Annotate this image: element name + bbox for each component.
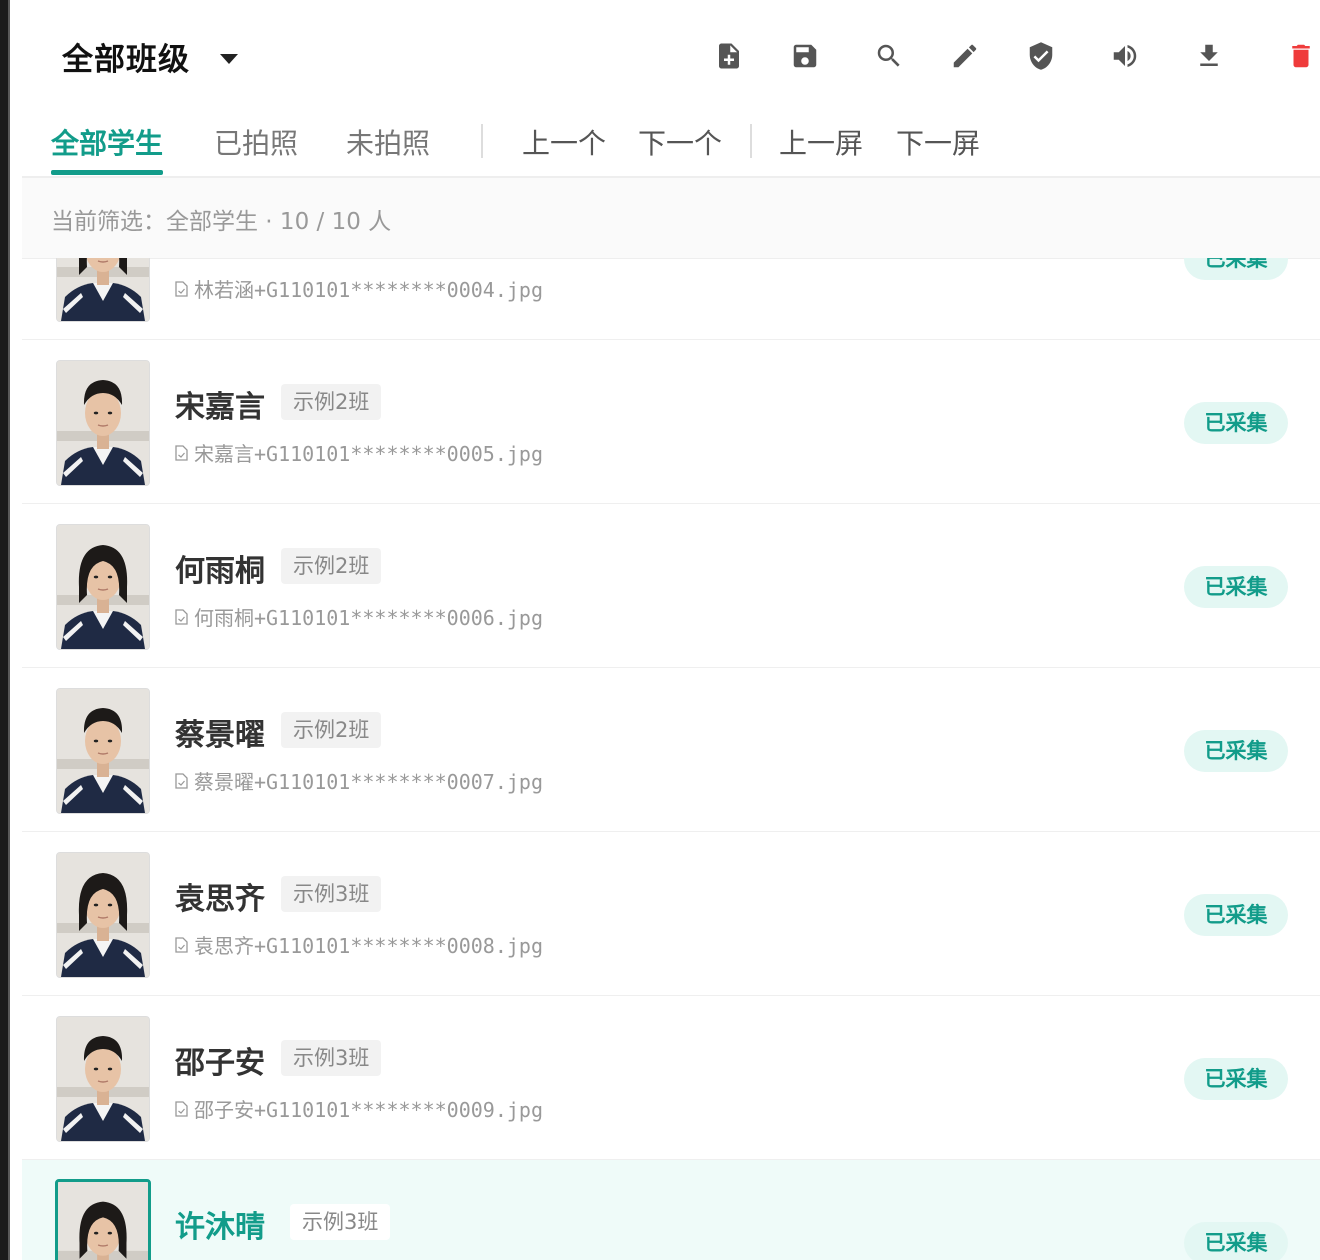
student-row[interactable]: 宋嘉言 示例2班宋嘉言+G110101********0005.jpg 已采集 (22, 340, 1320, 504)
filename-text: 宋嘉言+G110101********0005.jpg (194, 442, 543, 466)
divider (481, 124, 483, 158)
filter-summary: 当前筛选：全部学生 · 10 / 10 人 (51, 209, 392, 235)
student-name: 林若涵 (175, 258, 265, 262)
status-badge: 已采集 (1184, 894, 1288, 936)
prev-item-button[interactable]: 上一个 (522, 122, 606, 162)
volume-icon[interactable] (1107, 38, 1143, 74)
student-photo (56, 360, 150, 486)
pencil-icon[interactable] (947, 38, 983, 74)
caret-down-icon (220, 53, 238, 64)
student-row[interactable]: 邵子安 示例3班邵子安+G110101********0009.jpg 已采集 (22, 996, 1320, 1160)
student-name: 宋嘉言 (175, 390, 265, 425)
photo-filename: 袁思齐+G110101********0008.jpg (175, 930, 543, 959)
tab-all-students[interactable]: 全部学生 (51, 122, 163, 162)
student-name: 蔡景曜 (175, 718, 265, 753)
next-item-button[interactable]: 下一个 (638, 122, 722, 162)
student-name: 袁思齐 (175, 882, 265, 917)
window-edge (0, 0, 10, 1260)
class-badge: 示例2班 (281, 712, 382, 748)
tab-photographed[interactable]: 已拍照 (214, 122, 298, 162)
tab-bar: 全部学生 已拍照 未拍照 上一个 下一个 上一屏 下一屏 (22, 112, 1320, 178)
student-photo (55, 1179, 151, 1260)
shield-check-icon[interactable] (1023, 38, 1059, 74)
download-icon[interactable] (1191, 38, 1227, 74)
next-screen-button[interactable]: 下一屏 (896, 122, 980, 162)
active-tab-indicator (51, 170, 163, 175)
filename-text: 袁思齐+G110101********0008.jpg (194, 934, 543, 958)
class-badge: 示例3班 (281, 1040, 382, 1076)
student-photo (56, 852, 150, 978)
student-photo (56, 258, 150, 322)
student-row[interactable]: 许沐晴 示例3班已采集 (22, 1160, 1320, 1260)
status-badge: 已采集 (1184, 402, 1288, 444)
prev-screen-button[interactable]: 上一屏 (779, 122, 863, 162)
file-icon (175, 608, 188, 625)
photo-filename: 蔡景曜+G110101********0007.jpg (175, 766, 543, 795)
class-badge: 示例2班 (281, 384, 382, 420)
search-icon[interactable] (871, 38, 907, 74)
filename-text: 林若涵+G110101********0004.jpg (194, 278, 543, 302)
file-icon (175, 444, 188, 461)
status-badge: 已采集 (1184, 258, 1288, 280)
class-badge: 示例2班 (281, 548, 382, 584)
filter-bar: 当前筛选：全部学生 · 10 / 10 人 (22, 178, 1320, 259)
tab-not-photographed[interactable]: 未拍照 (346, 122, 430, 162)
class-badge: 示例3班 (290, 1204, 391, 1240)
photo-filename: 宋嘉言+G110101********0005.jpg (175, 438, 543, 467)
filename-text: 蔡景曜+G110101********0007.jpg (194, 770, 543, 794)
student-list[interactable]: 林若涵林若涵+G110101********0004.jpg已采集宋嘉言示例2班… (22, 258, 1320, 1260)
photo-filename: 邵子安+G110101********0009.jpg (175, 1094, 543, 1123)
student-photo (56, 688, 150, 814)
student-name: 许沐晴 (175, 1210, 265, 1245)
student-photo (56, 1016, 150, 1142)
student-name: 何雨桐 (175, 554, 265, 589)
filename-text: 邵子安+G110101********0009.jpg (194, 1098, 543, 1122)
class-badge: 示例3班 (281, 876, 382, 912)
photo-filename: 林若涵+G110101********0004.jpg (175, 274, 543, 303)
student-photo (56, 524, 150, 650)
divider (750, 124, 752, 158)
file-icon (175, 280, 188, 297)
status-badge: 已采集 (1184, 1222, 1288, 1260)
student-name: 邵子安 (175, 1046, 265, 1081)
file-icon (175, 936, 188, 953)
file-icon (175, 1100, 188, 1117)
trash-icon[interactable] (1283, 38, 1319, 74)
status-badge: 已采集 (1184, 730, 1288, 772)
photo-filename: 何雨桐+G110101********0006.jpg (175, 602, 543, 631)
student-row[interactable]: 林若涵林若涵+G110101********0004.jpg 已采集 (22, 258, 1320, 340)
file-icon (175, 772, 188, 789)
student-row[interactable]: 蔡景曜 示例2班蔡景曜+G110101********0007.jpg 已采集 (22, 668, 1320, 832)
header: 全部班级 (22, 0, 1320, 112)
class-select-dropdown[interactable]: 全部班级 (62, 34, 238, 79)
save-icon[interactable] (787, 38, 823, 74)
class-select-label: 全部班级 (62, 42, 190, 78)
status-badge: 已采集 (1184, 1058, 1288, 1100)
file-add-icon[interactable] (711, 38, 747, 74)
student-row[interactable]: 袁思齐 示例3班袁思齐+G110101********0008.jpg 已采集 (22, 832, 1320, 996)
filename-text: 何雨桐+G110101********0006.jpg (194, 606, 543, 630)
status-badge: 已采集 (1184, 566, 1288, 608)
student-row[interactable]: 何雨桐 示例2班何雨桐+G110101********0006.jpg 已采集 (22, 504, 1320, 668)
